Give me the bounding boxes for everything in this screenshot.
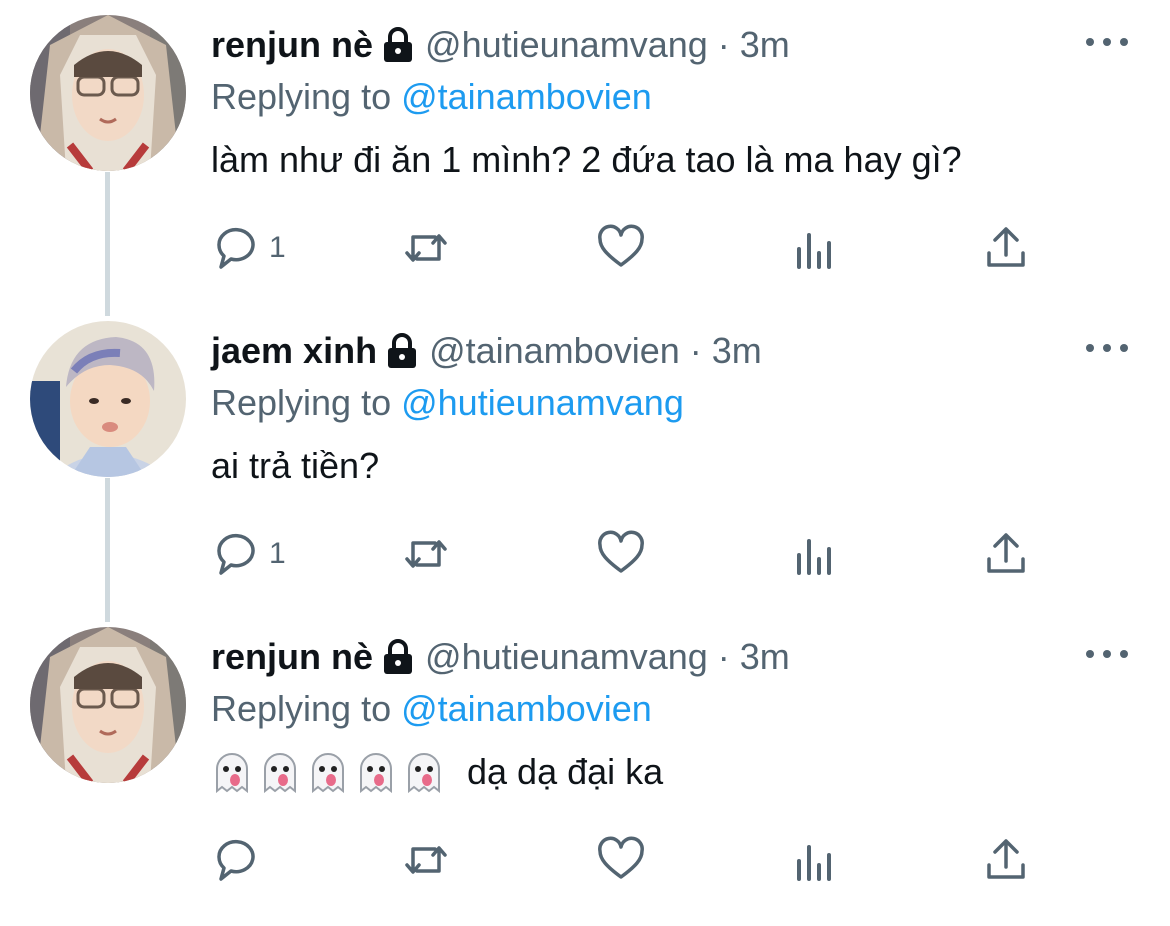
avatar[interactable]: [30, 627, 186, 783]
reply-button[interactable]: 1: [211, 526, 286, 582]
lock-icon: [381, 638, 415, 676]
share-button[interactable]: [981, 832, 1031, 888]
like-button[interactable]: [596, 220, 646, 276]
timestamp[interactable]: 3m: [740, 632, 790, 682]
ghost-emojis: [211, 751, 445, 793]
user-handle[interactable]: @tainambovien: [429, 326, 680, 376]
reply-count: 1: [269, 537, 286, 570]
mention-link[interactable]: @hutieunamvang: [401, 382, 684, 423]
user-handle[interactable]: @hutieunamvang: [425, 632, 708, 682]
analytics-button[interactable]: [789, 832, 839, 888]
like-icon: [598, 836, 644, 879]
replying-to: Replying to @tainambovien: [211, 72, 652, 122]
display-name[interactable]: renjun nè: [211, 632, 373, 682]
reply-icon: [217, 839, 255, 881]
share-icon: [987, 227, 1025, 267]
replying-to: Replying to @hutieunamvang: [211, 378, 684, 428]
timestamp[interactable]: 3m: [712, 326, 762, 376]
avatar[interactable]: [30, 321, 186, 477]
retweet-button[interactable]: [401, 526, 451, 582]
display-name[interactable]: renjun nè: [211, 20, 373, 70]
more-icon[interactable]: [1086, 642, 1128, 666]
retweet-button[interactable]: [401, 832, 451, 888]
more-icon[interactable]: [1086, 336, 1128, 360]
analytics-button[interactable]: [789, 526, 839, 582]
analytics-icon: [797, 845, 831, 881]
analytics-button[interactable]: [789, 220, 839, 276]
like-button[interactable]: [596, 832, 646, 888]
separator-dot: ·: [717, 636, 730, 677]
ghost-emoji: [216, 753, 248, 793]
tweet-text: làm như đi ăn 1 mình? 2 đứa tao là ma ha…: [211, 139, 962, 180]
timestamp[interactable]: 3m: [740, 20, 790, 70]
replying-label: Replying to: [211, 688, 392, 729]
ghost-emoji: [264, 753, 296, 793]
ghost-emoji: [408, 753, 440, 793]
like-button[interactable]: [596, 526, 646, 582]
share-button[interactable]: [981, 526, 1031, 582]
mention-link[interactable]: @tainambovien: [401, 76, 652, 117]
reply-icon: [217, 227, 255, 269]
tweet-actions: [211, 832, 1041, 888]
tweet-actions: 1: [211, 526, 1041, 582]
share-icon: [987, 839, 1025, 879]
tweet[interactable]: renjun nè @hutieunamvang · 3m Replying t…: [0, 0, 1170, 306]
tweet-header: jaem xinh @tainambovien · 3m: [211, 326, 762, 376]
separator-dot: ·: [689, 330, 702, 371]
reply-icon: [217, 533, 255, 575]
tweet-text: dạ dạ đại ka: [211, 747, 663, 797]
share-icon: [987, 533, 1025, 573]
like-icon: [598, 224, 644, 267]
replying-label: Replying to: [211, 76, 392, 117]
share-button[interactable]: [981, 220, 1031, 276]
user-handle[interactable]: @hutieunamvang: [425, 20, 708, 70]
ghost-emoji: [360, 753, 392, 793]
tweet-text-content: dạ dạ đại ka: [467, 751, 664, 792]
retweet-button[interactable]: [401, 220, 451, 276]
tweet-header: renjun nè @hutieunamvang · 3m: [211, 632, 790, 682]
mention-link[interactable]: @tainambovien: [401, 688, 652, 729]
lock-icon: [381, 26, 415, 64]
tweet[interactable]: renjun nè @hutieunamvang · 3m Replying t…: [0, 612, 1170, 918]
reply-button[interactable]: [211, 832, 269, 888]
replying-to: Replying to @tainambovien: [211, 684, 652, 734]
separator-dot: ·: [717, 24, 730, 65]
avatar[interactable]: [30, 15, 186, 171]
reply-count: 1: [269, 231, 286, 264]
display-name[interactable]: jaem xinh: [211, 326, 377, 376]
ghost-emoji: [312, 753, 344, 793]
lock-icon: [385, 332, 419, 370]
tweet-actions: 1: [211, 220, 1041, 276]
retweet-icon: [405, 234, 447, 262]
retweet-icon: [405, 540, 447, 568]
tweet-text: ai trả tiền?: [211, 445, 380, 486]
tweet[interactable]: jaem xinh @tainambovien · 3m Replying to…: [0, 306, 1170, 612]
reply-button[interactable]: 1: [211, 220, 286, 276]
replying-label: Replying to: [211, 382, 392, 423]
tweet-header: renjun nè @hutieunamvang · 3m: [211, 20, 790, 70]
retweet-icon: [405, 846, 447, 874]
like-icon: [598, 530, 644, 573]
analytics-icon: [797, 233, 831, 269]
more-icon[interactable]: [1086, 30, 1128, 54]
analytics-icon: [797, 539, 831, 575]
